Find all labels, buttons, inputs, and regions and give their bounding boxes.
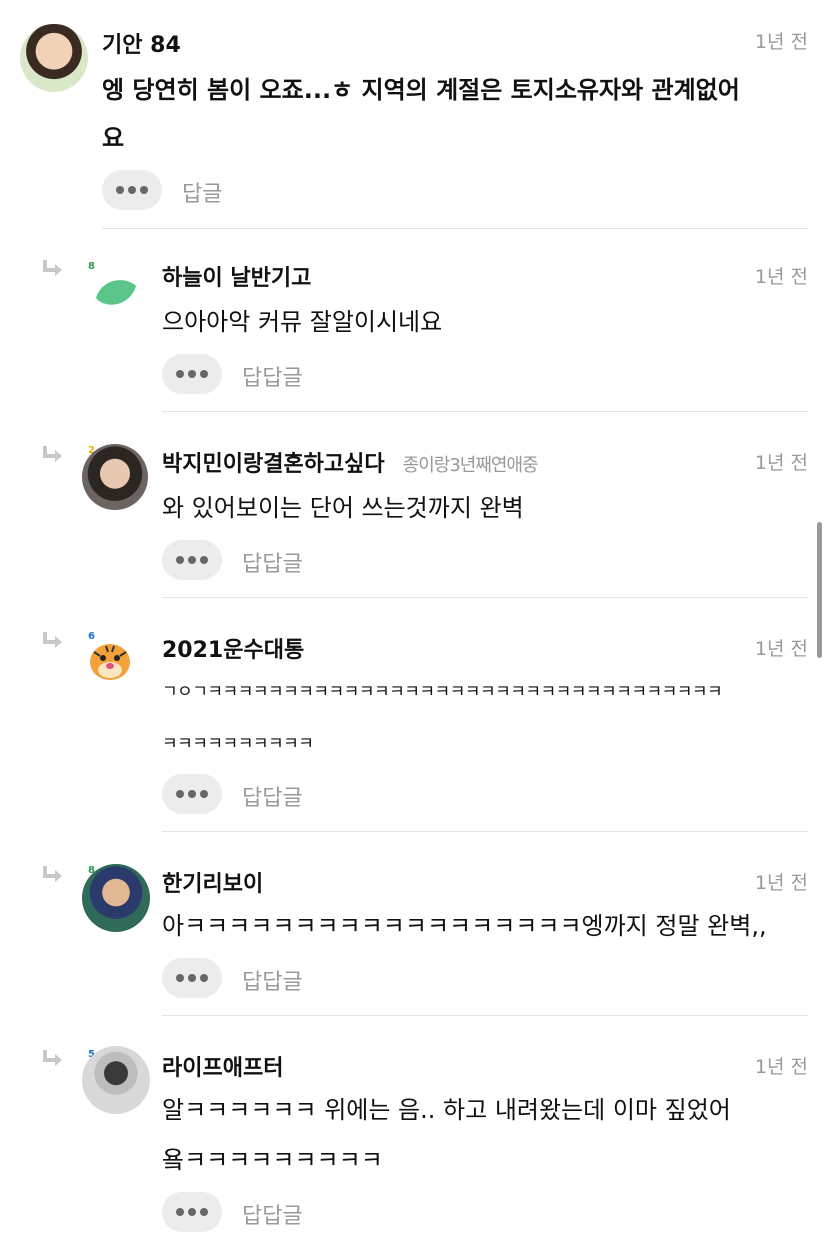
- reply-author[interactable]: 하늘이 날반기고: [162, 260, 311, 292]
- reply-button[interactable]: 답답글: [242, 360, 303, 392]
- reply-arrow-icon: [43, 1050, 62, 1066]
- comment-author[interactable]: 기안 84: [102, 27, 181, 59]
- avatar[interactable]: [82, 1046, 150, 1114]
- more-options-button[interactable]: [102, 170, 162, 210]
- reply: 2 박지민이랑결혼하고싶다 종이랑3년째연애중 1년 전 와 있어보이는 단어 쓰…: [0, 412, 828, 598]
- more-options-button[interactable]: [162, 1192, 222, 1232]
- avatar[interactable]: [20, 24, 88, 92]
- reply-text-line-1: ㄱㅇㄱㅋㅋㅋㅋㅋㅋㅋㅋㅋㅋㅋㅋㅋㅋㅋㅋㅋㅋㅋㅋㅋㅋㅋㅋㅋㅋㅋㅋㅋㅋㅋㅋㅋㅋ: [162, 682, 723, 702]
- more-options-button[interactable]: [162, 774, 222, 814]
- reply: 6 2021운수대통 1년 전 ㄱㅇㄱㅋㅋㅋㅋㅋㅋㅋㅋㅋㅋㅋㅋㅋㅋㅋㅋㅋㅋㅋㅋㅋ…: [0, 598, 828, 832]
- more-options-button[interactable]: [162, 354, 222, 394]
- reply-button[interactable]: 답답글: [242, 780, 303, 812]
- reply-arrow-icon: [43, 260, 62, 276]
- reply-button[interactable]: 답답글: [242, 546, 303, 578]
- reply-arrow-icon: [43, 866, 62, 882]
- divider: [102, 228, 808, 229]
- reply-text-line-1: 와 있어보이는 단어 쓰는것까지 완벽: [162, 494, 524, 522]
- reply-time: 1년 전: [754, 266, 808, 288]
- reply-time: 1년 전: [754, 1056, 808, 1078]
- reply-button[interactable]: 답답글: [242, 964, 303, 996]
- reply-button[interactable]: 답답글: [242, 1198, 303, 1230]
- reply-text-line-2: ㅋㅋㅋㅋㅋㅋㅋㅋㅋㅋ: [162, 734, 314, 754]
- reply-arrow-icon: [43, 632, 62, 648]
- more-options-button[interactable]: [162, 540, 222, 580]
- reply-author[interactable]: 한기리보이: [162, 866, 263, 898]
- reply-text-line-1: 으아아악 커뮤 잘알이시네요: [162, 308, 443, 336]
- reply-author[interactable]: 박지민이랑결혼하고싶다 종이랑3년째연애중: [162, 446, 539, 478]
- comment-text-line-2: 요: [102, 124, 125, 152]
- comment-text-line-1: 엥 당연히 봄이 오죠...ㅎ 지역의 계절은 토지소유자와 관계없어: [102, 76, 740, 104]
- tiger-avatar-icon[interactable]: [82, 634, 138, 690]
- reply-text-line-2: 욬ㅋㅋㅋㅋㅋㅋㅋㅋㅋ: [162, 1146, 383, 1174]
- reply-time: 1년 전: [754, 452, 808, 474]
- reply-author[interactable]: 라이프애프터: [162, 1050, 283, 1082]
- reply-time: 1년 전: [754, 638, 808, 660]
- comment-time: 1년 전: [754, 31, 808, 53]
- leaf-icon[interactable]: [92, 272, 140, 312]
- reply-time: 1년 전: [754, 872, 808, 894]
- reply-text-line-1: 아ㅋㅋㅋㅋㅋㅋㅋㅋㅋㅋㅋㅋㅋㅋㅋㅋㅋㅋ엥까지 정말 완벽,,: [162, 912, 767, 940]
- reply-text-line-1: 알ㅋㅋㅋㅋㅋㅋ 위에는 음.. 하고 내려왔는데 이마 짚었어: [162, 1096, 731, 1124]
- level-icon: 8: [88, 261, 95, 272]
- scrollbar[interactable]: [817, 522, 822, 658]
- user-badge: 종이랑3년째연애중: [402, 455, 539, 476]
- reply-arrow-icon: [43, 446, 62, 462]
- reply: 8 하늘이 날반기고 1년 전 으아아악 커뮤 잘알이시네요 답답글: [0, 230, 828, 412]
- reply-author[interactable]: 2021운수대통: [162, 632, 304, 664]
- reply: 5 라이프애프터 1년 전 알ㅋㅋㅋㅋㅋㅋ 위에는 음.. 하고 내려왔는데 이…: [0, 1016, 828, 1240]
- avatar[interactable]: [82, 864, 150, 932]
- reply-button[interactable]: 답글: [182, 176, 222, 208]
- reply: 8 한기리보이 1년 전 아ㅋㅋㅋㅋㅋㅋㅋㅋㅋㅋㅋㅋㅋㅋㅋㅋㅋㅋ엥까지 정말 완…: [0, 832, 828, 1016]
- avatar[interactable]: [82, 444, 148, 510]
- more-options-button[interactable]: [162, 958, 222, 998]
- comment: 기안 84 1년 전 엥 당연히 봄이 오죠...ㅎ 지역의 계절은 토지소유자…: [0, 0, 828, 230]
